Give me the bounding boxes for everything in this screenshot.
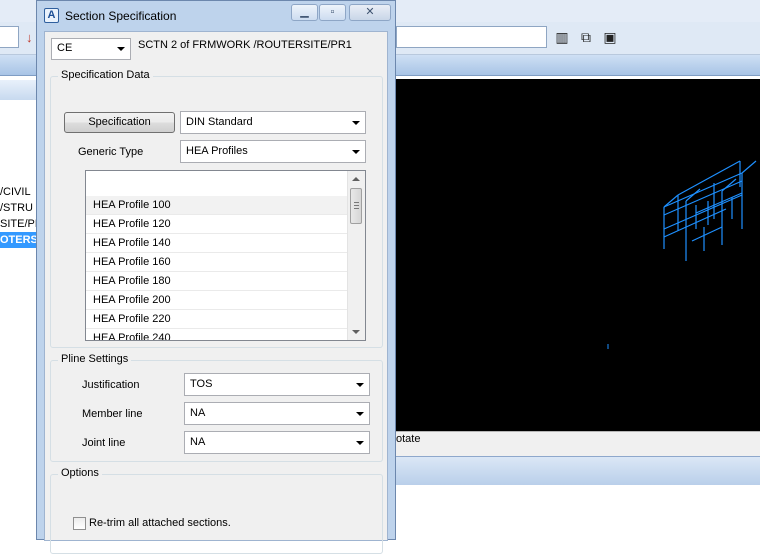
specification-dropdown[interactable]: DIN Standard <box>180 111 366 134</box>
dialog-title: Section Specification <box>65 9 177 23</box>
specification-button[interactable]: Specification <box>64 112 175 133</box>
viewport-status-text: otate <box>396 433 421 445</box>
justification-label: Justification <box>82 379 140 391</box>
options-group: Options <box>50 467 383 554</box>
list-item[interactable]: HEA Profile 240 <box>86 329 348 340</box>
justification-dropdown[interactable]: TOS <box>184 373 370 396</box>
ce-dropdown[interactable]: CE <box>51 38 131 60</box>
list-item[interactable]: HEA Profile 120 <box>86 215 348 234</box>
retrim-checkbox[interactable] <box>73 517 86 530</box>
scroll-thumb[interactable] <box>350 188 362 224</box>
section-specification-dialog: A Section Specification ▁ ▫ ✕ CE SCTN 2 … <box>36 0 396 554</box>
list-item[interactable]: HEA Profile 100 <box>86 196 348 215</box>
tree-item[interactable]: SITE/PR <box>0 216 36 232</box>
retrim-label[interactable]: Re-trim all attached sections. <box>89 517 231 529</box>
profile-list[interactable]: HEA Profile 100 HEA Profile 120 HEA Prof… <box>85 170 366 341</box>
minimize-button[interactable]: ▁ <box>291 4 318 21</box>
group-title: Options <box>58 467 102 479</box>
justification-value: TOS <box>190 378 213 390</box>
view-icon[interactable]: ▣ <box>600 27 620 47</box>
window-arrange-icon[interactable]: ⧉ <box>576 27 596 47</box>
chevron-down-icon <box>352 121 360 125</box>
dialog-client-area: CE SCTN 2 of FRMWORK /ROUTERSITE/PR1 Spe… <box>44 31 388 554</box>
dialog-title-bar[interactable]: A Section Specification ▁ ▫ ✕ <box>37 1 395 31</box>
specification-value: DIN Standard <box>186 116 253 128</box>
tree-item[interactable]: /STRU <box>0 200 36 216</box>
generic-type-dropdown[interactable]: HEA Profiles <box>180 140 366 163</box>
joint-line-dropdown[interactable]: NA <box>184 431 370 454</box>
chevron-down-icon <box>117 47 125 51</box>
toolbar-field[interactable] <box>0 26 19 48</box>
list-item[interactable]: HEA Profile 200 <box>86 291 348 310</box>
member-line-value: NA <box>190 407 206 419</box>
explorer-header <box>0 80 36 100</box>
group-title: Pline Settings <box>58 353 132 365</box>
joint-line-value: NA <box>190 436 206 448</box>
chevron-down-icon <box>356 383 364 387</box>
list-item[interactable]: HEA Profile 140 <box>86 234 348 253</box>
joint-line-label: Joint line <box>82 437 126 449</box>
chevron-down-icon <box>352 150 360 154</box>
tree-item-selected[interactable]: OTERSI <box>0 232 36 248</box>
scroll-down-icon[interactable] <box>352 330 360 334</box>
list-item[interactable]: HEA Profile 220 <box>86 310 348 329</box>
maximize-button[interactable]: ▫ <box>319 4 346 21</box>
app-logo-icon: A <box>44 8 59 23</box>
chevron-down-icon <box>356 412 364 416</box>
steel-frame-model <box>607 160 757 349</box>
list-item[interactable]: HEA Profile 180 <box>86 272 348 291</box>
chevron-down-icon <box>356 441 364 445</box>
command-input[interactable] <box>396 26 547 48</box>
ce-dropdown-value: CE <box>57 42 73 54</box>
3d-viewport[interactable] <box>396 79 760 431</box>
member-line-dropdown[interactable]: NA <box>184 402 370 425</box>
viewport-status-bar: otate <box>396 431 760 457</box>
group-title: Specification Data <box>58 69 153 81</box>
design-explorer-tree[interactable]: /CIVIL /STRU SITE/PR OTERSI <box>0 100 36 538</box>
app-bottom-band <box>396 456 760 485</box>
list-item[interactable]: HEA Profile 160 <box>86 253 348 272</box>
profile-list-scrollbar[interactable] <box>347 171 365 340</box>
generic-type-label: Generic Type <box>78 146 144 158</box>
current-element-path: SCTN 2 of FRMWORK /ROUTERSITE/PR1 <box>138 39 352 51</box>
close-button[interactable]: ✕ <box>349 4 391 21</box>
tree-item[interactable]: /CIVIL <box>0 184 36 200</box>
generic-type-value: HEA Profiles <box>186 145 248 157</box>
scroll-up-icon[interactable] <box>352 177 360 181</box>
sheet-icon[interactable]: ▥ <box>552 27 572 47</box>
member-line-label: Member line <box>82 408 143 420</box>
toolbar-marker-icon: ↓ <box>26 30 33 45</box>
